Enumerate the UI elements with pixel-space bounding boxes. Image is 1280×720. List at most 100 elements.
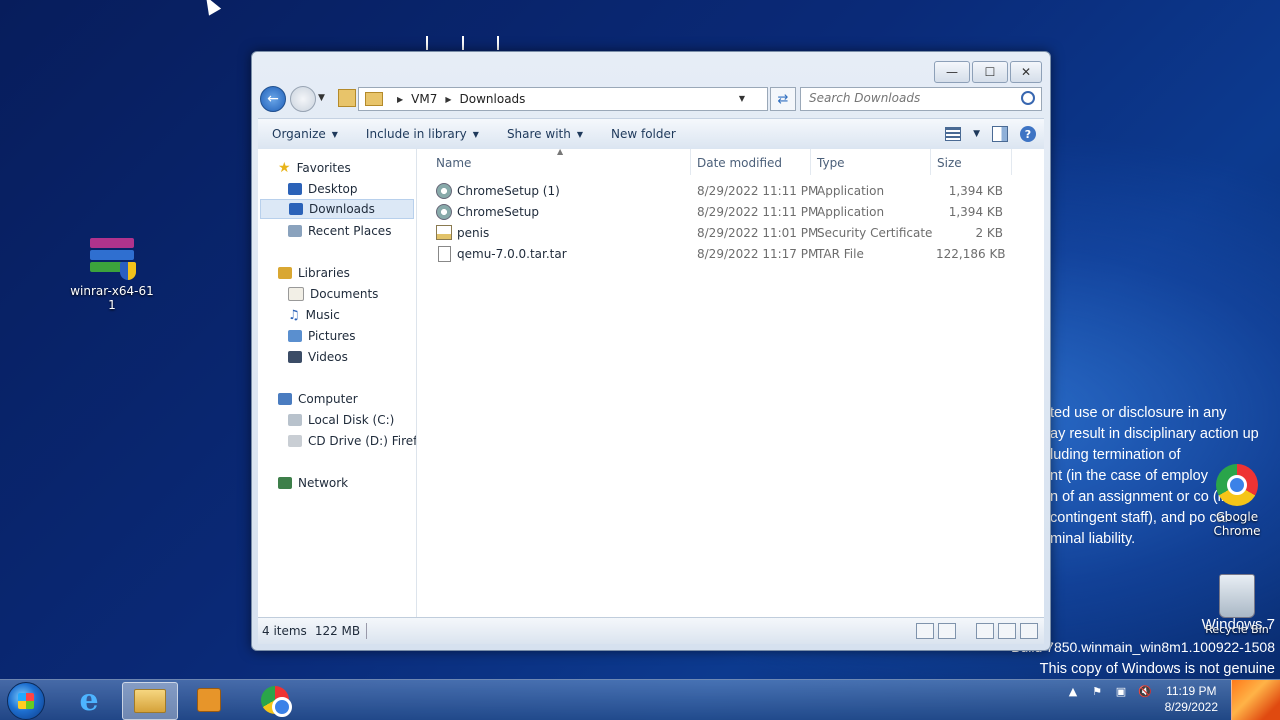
desktop-icon-recycle-bin[interactable] — [1192, 574, 1280, 622]
file-row[interactable]: ChromeSetup (1) 8/29/2022 11:11 PM Appli… — [431, 181, 1031, 201]
change-view-icon[interactable] — [945, 127, 962, 141]
recent-pages-dropdown[interactable]: ▼ — [318, 93, 325, 103]
nav-label: Computer — [298, 392, 358, 406]
recycle-bin-label: Recycle Bin — [1205, 623, 1269, 636]
chevron-down-icon[interactable]: ▼ — [973, 129, 980, 139]
file-type: Application — [817, 205, 885, 219]
forward-button[interactable] — [290, 86, 316, 112]
preview-pane-icon[interactable] — [992, 126, 1008, 142]
desktop-icon-chrome[interactable]: Google Chrome — [1192, 464, 1280, 538]
search-box — [800, 87, 1042, 111]
column-header-type[interactable]: Type — [817, 156, 845, 170]
chevron-down-icon: ▼ — [472, 129, 479, 139]
nav-item-computer[interactable]: Computer — [278, 389, 358, 409]
layout-icon[interactable] — [1020, 623, 1038, 639]
taskbar-media-player[interactable] — [182, 682, 236, 718]
up-folder-icon[interactable] — [338, 89, 356, 107]
nav-item-favorites[interactable]: ★ Favorites — [278, 158, 351, 178]
clock[interactable]: 11:19 PM 8/29/2022 — [1165, 683, 1218, 715]
nav-item-documents[interactable]: Documents — [288, 284, 378, 304]
close-button[interactable]: ✕ — [1010, 61, 1042, 83]
show-desktop-button[interactable] — [1231, 680, 1280, 720]
layout-icon[interactable] — [976, 623, 994, 639]
taskbar-internet-explorer[interactable]: e — [62, 682, 116, 718]
flag-icon[interactable]: ⚑ — [1090, 684, 1104, 698]
taskbar-chrome[interactable] — [248, 682, 302, 718]
desktop-icon-label: Chrome — [1213, 524, 1261, 538]
chevron-right-icon[interactable]: ▶ — [397, 95, 403, 104]
desktop-icon-label: Google — [1215, 510, 1259, 524]
column-divider[interactable] — [690, 149, 691, 175]
sort-ascending-icon: ▲ — [557, 147, 564, 156]
clock-date: 8/29/2022 — [1164, 700, 1218, 714]
share-with-menu[interactable]: Share with ▼ — [493, 119, 597, 149]
organize-menu[interactable]: Organize ▼ — [258, 119, 352, 149]
minimize-button[interactable]: — — [934, 61, 970, 83]
search-input[interactable] — [801, 88, 1017, 108]
column-divider[interactable] — [810, 149, 811, 175]
help-icon[interactable]: ? — [1020, 126, 1036, 142]
navigation-pane: ★ Favorites Desktop Downloads Recent Pla… — [258, 149, 417, 619]
nav-item-recent-places[interactable]: Recent Places — [288, 221, 391, 241]
nav-item-videos[interactable]: Videos — [288, 347, 348, 367]
computer-icon — [278, 393, 292, 405]
nav-item-downloads[interactable]: Downloads — [260, 199, 414, 219]
watermark-genuine-notice: This copy of Windows is not genuine — [1039, 661, 1275, 677]
winrar-icon — [88, 236, 136, 280]
maximize-button[interactable]: ☐ — [972, 61, 1008, 83]
nav-item-cd-drive[interactable]: CD Drive (D:) Firefox — [288, 431, 416, 451]
nav-label: Network — [298, 476, 349, 490]
videos-icon — [288, 351, 302, 363]
disclaimer-line: ted use or disclosure in any — [1050, 405, 1227, 421]
chevron-right-icon[interactable]: ▶ — [445, 95, 451, 104]
breadcrumb-vm7[interactable]: VM7 — [411, 92, 437, 106]
file-row[interactable]: penis 8/29/2022 11:01 PM Security Certif… — [431, 223, 1031, 243]
column-header-date[interactable]: Date modified — [697, 156, 782, 170]
column-header-name[interactable]: Name — [436, 156, 471, 170]
new-folder-button[interactable]: New folder — [597, 119, 690, 149]
back-button[interactable]: ← — [260, 86, 286, 112]
column-divider[interactable] — [1011, 149, 1012, 175]
show-hidden-icons-icon[interactable]: ▲ — [1066, 684, 1080, 698]
address-bar[interactable]: ▶ VM7 ▶ Downloads ▼ — [358, 87, 768, 111]
start-button[interactable] — [7, 682, 45, 720]
internet-explorer-icon: e — [79, 682, 99, 718]
recycle-bin-icon — [1219, 574, 1255, 618]
details-view-icon[interactable] — [916, 623, 934, 639]
nav-item-pictures[interactable]: Pictures — [288, 326, 356, 346]
taskbar-file-explorer[interactable] — [122, 682, 178, 720]
desktop-tick-mark — [497, 36, 499, 50]
file-size: 1,394 KB — [948, 184, 1003, 198]
file-row[interactable]: qemu-7.0.0.tar.tar 8/29/2022 11:17 PM TA… — [431, 244, 1031, 264]
layout-icon[interactable] — [998, 623, 1016, 639]
nav-label: Videos — [308, 350, 348, 364]
nav-item-local-disk[interactable]: Local Disk (C:) — [288, 410, 394, 430]
nav-label: Downloads — [309, 202, 375, 216]
network-icon[interactable]: ▣ — [1114, 684, 1128, 698]
nav-item-desktop[interactable]: Desktop — [288, 179, 358, 199]
nav-item-libraries[interactable]: Libraries — [278, 263, 350, 283]
desktop-icon-winrar[interactable]: winrar-x64-61 1 — [67, 236, 157, 312]
refresh-icon: ⇄ — [777, 91, 789, 107]
organize-label: Organize — [272, 127, 326, 141]
volume-muted-icon[interactable]: 🔇 — [1138, 684, 1152, 698]
file-type: Security Certificate — [817, 226, 933, 240]
breadcrumb-downloads[interactable]: Downloads — [460, 92, 526, 106]
file-row[interactable]: ChromeSetup 8/29/2022 11:11 PM Applicati… — [431, 202, 1031, 222]
nav-item-network[interactable]: Network — [278, 473, 348, 493]
desktop-icon — [288, 183, 302, 195]
clock-time: 11:19 PM — [1166, 684, 1217, 698]
include-in-library-menu[interactable]: Include in library ▼ — [352, 119, 493, 149]
search-icon[interactable] — [1021, 91, 1035, 105]
explorer-content: ★ Favorites Desktop Downloads Recent Pla… — [258, 147, 1044, 619]
cd-drive-icon — [288, 435, 302, 447]
view-controls: ▼ ? — [945, 126, 1044, 142]
caption-buttons: — ☐ ✕ — [932, 61, 1042, 83]
column-divider[interactable] — [930, 149, 931, 175]
address-dropdown-icon[interactable]: ▼ — [739, 94, 745, 103]
new-folder-label: New folder — [611, 127, 676, 141]
refresh-button[interactable]: ⇄ — [770, 87, 796, 111]
thumbnails-view-icon[interactable] — [938, 623, 956, 639]
nav-item-music[interactable]: ♫ Music — [288, 305, 340, 325]
column-header-size[interactable]: Size — [937, 156, 962, 170]
